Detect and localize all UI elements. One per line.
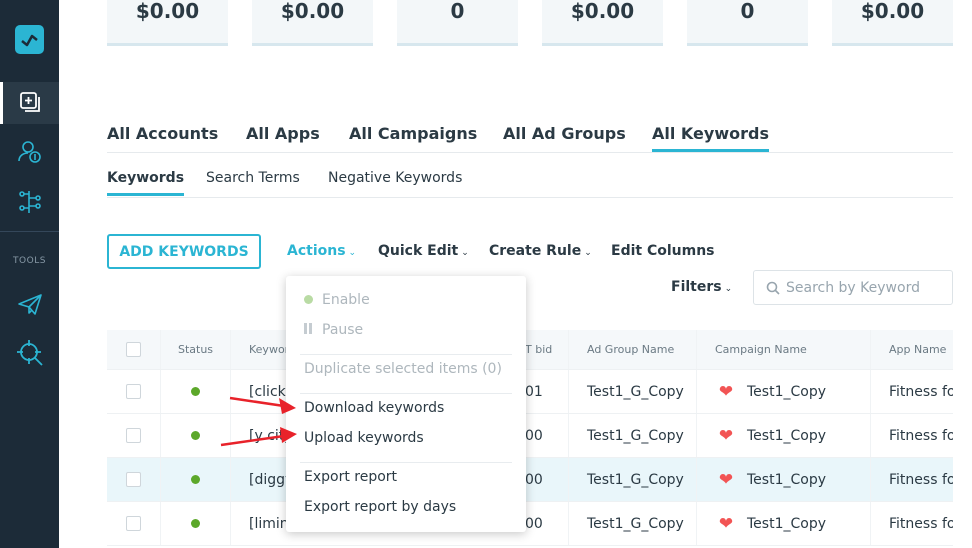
red-arrow-icon [220, 427, 297, 447]
annotation-arrows [220, 396, 297, 447]
red-arrow-icon [229, 396, 296, 414]
